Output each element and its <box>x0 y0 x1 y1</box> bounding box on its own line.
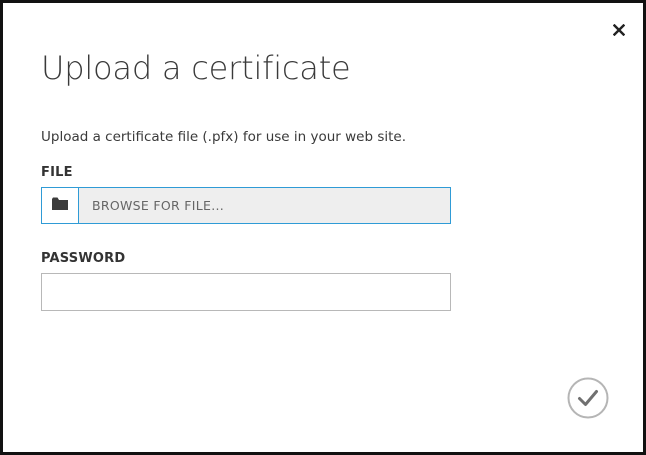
password-label: PASSWORD <box>41 251 126 266</box>
folder-icon <box>51 196 69 215</box>
browse-folder-button[interactable] <box>42 188 79 223</box>
close-icon <box>612 21 626 40</box>
browse-file-field[interactable]: BROWSE FOR FILE... <box>79 188 450 223</box>
file-picker: BROWSE FOR FILE... <box>41 187 451 224</box>
checkmark-icon <box>567 377 609 423</box>
close-button[interactable] <box>609 20 629 40</box>
upload-certificate-dialog: Upload a certificate Upload a certificat… <box>0 0 646 455</box>
password-input[interactable] <box>41 273 451 311</box>
file-label: FILE <box>41 165 73 180</box>
dialog-description: Upload a certificate file (.pfx) for use… <box>41 129 407 145</box>
confirm-button[interactable] <box>567 377 609 419</box>
dialog-title: Upload a certificate <box>41 49 351 87</box>
